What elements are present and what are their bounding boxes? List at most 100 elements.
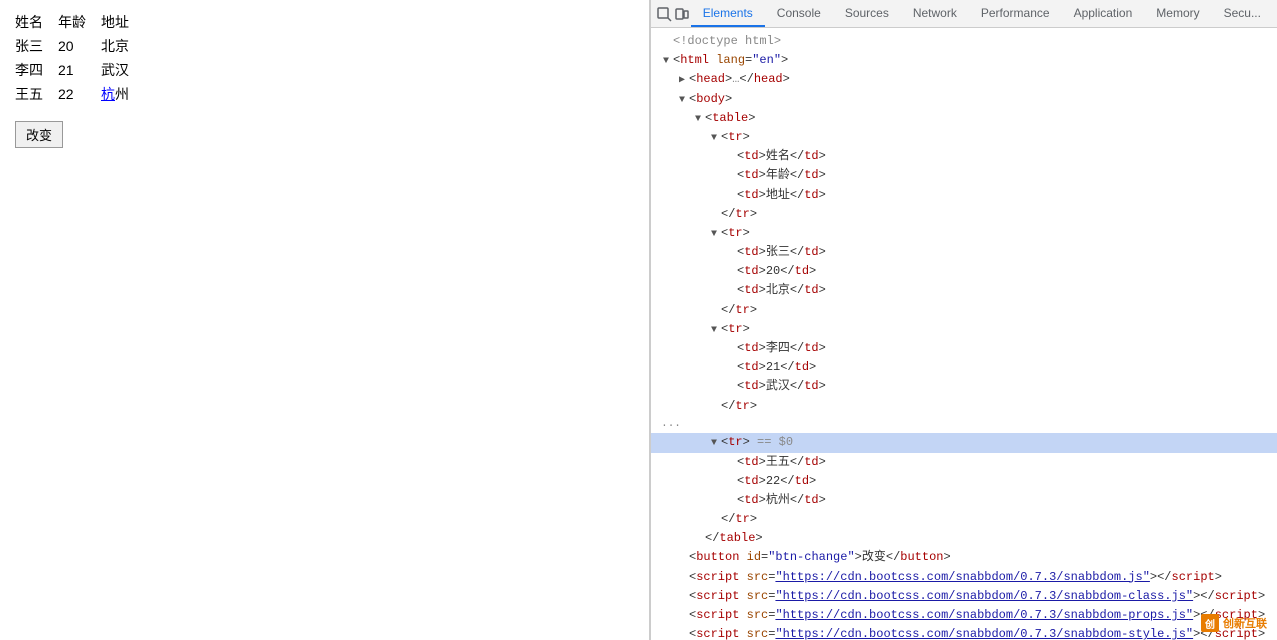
- tree-line[interactable]: <!doctype html>: [651, 32, 1277, 51]
- tab-network[interactable]: Network: [901, 0, 969, 27]
- cell-name: 张三: [15, 34, 58, 58]
- tree-line[interactable]: <td>21</td>: [651, 358, 1277, 377]
- line-content: <td>22</td>: [737, 474, 816, 488]
- cell-name: 李四: [15, 58, 58, 82]
- watermark: 创 创新互联: [1201, 614, 1267, 632]
- line-content: <td>武汉</td>: [737, 379, 826, 393]
- tree-line[interactable]: </table>: [651, 529, 1277, 548]
- tree-line[interactable]: <button id="btn-change">改变</button>: [651, 548, 1277, 567]
- tree-line[interactable]: <tr>: [651, 224, 1277, 243]
- tab-console[interactable]: Console: [765, 0, 833, 27]
- tree-line[interactable]: <td>20</td>: [651, 262, 1277, 281]
- line-content: <script src="https://cdn.bootcss.com/sna…: [689, 627, 1265, 640]
- tree-line[interactable]: </tr>: [651, 397, 1277, 416]
- line-content: <script src="https://cdn.bootcss.com/sna…: [689, 608, 1265, 622]
- triangle-open-icon[interactable]: [707, 227, 721, 243]
- tree-line[interactable]: </tr>: [651, 301, 1277, 320]
- col-header-name: 姓名: [15, 10, 58, 34]
- tree-line[interactable]: <script src="https://cdn.bootcss.com/sna…: [651, 606, 1277, 625]
- tab-sources[interactable]: Sources: [833, 0, 901, 27]
- line-content: <td>王五</td>: [737, 455, 826, 469]
- table-row: 李四 21 武汉: [15, 58, 144, 82]
- line-content: <td>杭州</td>: [737, 493, 826, 507]
- line-content: <tr>: [721, 322, 750, 336]
- tree-line[interactable]: <body>: [651, 90, 1277, 109]
- line-content: <td>20</td>: [737, 264, 816, 278]
- triangle-open-icon[interactable]: [675, 93, 689, 109]
- tab-performance[interactable]: Performance: [969, 0, 1062, 27]
- tab-application[interactable]: Application: [1062, 0, 1145, 27]
- tree-line[interactable]: <script src="https://cdn.bootcss.com/sna…: [651, 625, 1277, 640]
- triangle-open-icon[interactable]: [707, 131, 721, 147]
- elements-panel-content[interactable]: <!doctype html> <html lang="en"> <head>…</…: [651, 28, 1277, 640]
- cell-age: 22: [58, 82, 101, 106]
- triangle-closed-icon[interactable]: [675, 73, 689, 89]
- tree-line[interactable]: <tr>: [651, 320, 1277, 339]
- tree-line[interactable]: <td>姓名</td>: [651, 147, 1277, 166]
- tree-line[interactable]: <td>武汉</td>: [651, 377, 1277, 396]
- change-button[interactable]: 改变: [15, 121, 63, 148]
- line-content: <script src="https://cdn.bootcss.com/sna…: [689, 589, 1265, 603]
- data-table: 姓名 年龄 地址 张三 20 北京 李四 21 武汉 王五 22 杭州: [15, 10, 144, 106]
- tree-line[interactable]: </tr>: [651, 205, 1277, 224]
- line-content: <td>姓名</td>: [737, 149, 826, 163]
- tree-line[interactable]: <tr>: [651, 128, 1277, 147]
- triangle-open-icon[interactable]: [659, 54, 673, 70]
- cell-address: 杭州: [101, 82, 144, 106]
- line-content: </tr>: [721, 207, 757, 221]
- tree-line[interactable]: <td>李四</td>: [651, 339, 1277, 358]
- col-header-address: 地址: [101, 10, 144, 34]
- tree-line[interactable]: <td>年龄</td>: [651, 166, 1277, 185]
- devtools-panel: Elements Console Sources Network Perform…: [650, 0, 1277, 640]
- cell-address: 武汉: [101, 58, 144, 82]
- tree-line[interactable]: <td>张三</td>: [651, 243, 1277, 262]
- line-content: <td>地址</td>: [737, 188, 826, 202]
- triangle-open-icon[interactable]: [691, 112, 705, 128]
- device-toolbar-icon[interactable]: [673, 2, 691, 26]
- line-content: <tr>: [721, 130, 750, 144]
- table-row: 王五 22 杭州: [15, 82, 144, 106]
- line-content: <body>: [689, 92, 732, 106]
- line-content: <td>年龄</td>: [737, 168, 826, 182]
- line-content: </table>: [705, 531, 763, 545]
- tree-line[interactable]: <html lang="en">: [651, 51, 1277, 70]
- cell-address: 北京: [101, 34, 144, 58]
- col-header-age: 年龄: [58, 10, 101, 34]
- cell-age: 21: [58, 58, 101, 82]
- tree-line[interactable]: <script src="https://cdn.bootcss.com/sna…: [651, 587, 1277, 606]
- dots-indicator: ...: [659, 416, 683, 434]
- tree-line[interactable]: <head>…</head>: [651, 70, 1277, 89]
- line-content: </tr>: [721, 303, 757, 317]
- tab-memory[interactable]: Memory: [1144, 0, 1211, 27]
- tree-line[interactable]: <tr> == $0: [651, 433, 1277, 452]
- tree-line[interactable]: <td>杭州</td>: [651, 491, 1277, 510]
- tree-line[interactable]: <td>22</td>: [651, 472, 1277, 491]
- tree-line[interactable]: <td>地址</td>: [651, 186, 1277, 205]
- line-content: <tr> == $0: [721, 435, 793, 449]
- line-content: <button id="btn-change">改变</button>: [689, 550, 951, 564]
- tree-line[interactable]: <td>王五</td>: [651, 453, 1277, 472]
- line-content: <script src="https://cdn.bootcss.com/sna…: [689, 570, 1222, 584]
- tree-line[interactable]: <table>: [651, 109, 1277, 128]
- line-content: <td>李四</td>: [737, 341, 826, 355]
- tree-line[interactable]: </tr>: [651, 510, 1277, 529]
- triangle-open-icon[interactable]: [707, 323, 721, 339]
- tree-line[interactable]: <script src="https://cdn.bootcss.com/sna…: [651, 568, 1277, 587]
- triangle-open-icon[interactable]: [707, 436, 721, 452]
- tab-elements[interactable]: Elements: [691, 0, 765, 27]
- line-content: <table>: [705, 111, 755, 125]
- line-content: <html lang="en">: [673, 53, 788, 67]
- cell-age: 20: [58, 34, 101, 58]
- watermark-logo: 创: [1201, 614, 1219, 632]
- tree-line[interactable]: <td>北京</td>: [651, 281, 1277, 300]
- line-content: </tr>: [721, 399, 757, 413]
- table-header-row: 姓名 年龄 地址: [15, 10, 144, 34]
- inspect-element-icon[interactable]: [655, 2, 673, 26]
- table-row: 张三 20 北京: [15, 34, 144, 58]
- tab-security[interactable]: Secu...: [1212, 0, 1273, 27]
- watermark-text: 创新互联: [1223, 615, 1267, 631]
- tree-line[interactable]: ...: [651, 416, 1277, 434]
- cell-name: 王五: [15, 82, 58, 106]
- devtools-tabs: Elements Console Sources Network Perform…: [691, 0, 1273, 27]
- line-content: <td>张三</td>: [737, 245, 826, 259]
